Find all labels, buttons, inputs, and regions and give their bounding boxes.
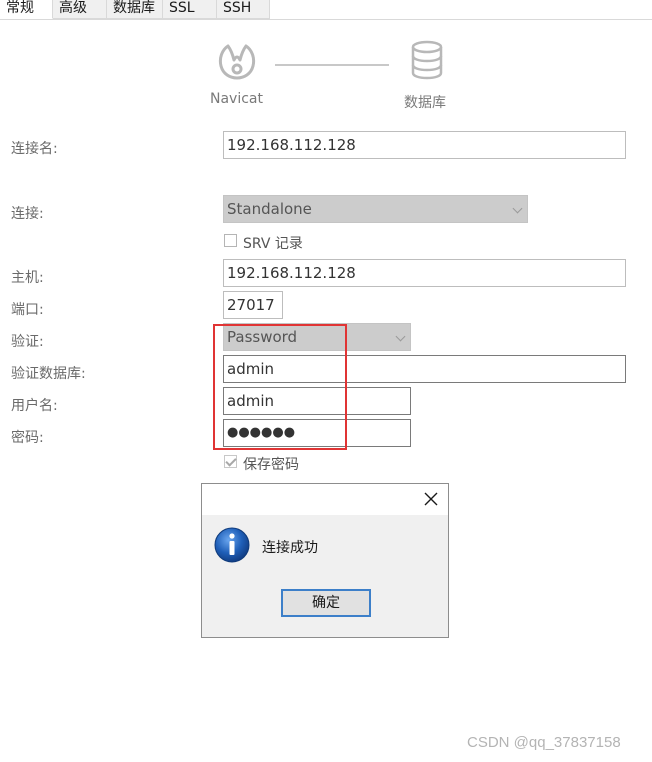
database-label: 数据库 xyxy=(404,95,446,111)
port-input[interactable]: 27017 xyxy=(223,291,283,319)
navicat-label: Navicat xyxy=(210,91,263,107)
password-label: 密码: xyxy=(11,430,44,446)
username-label: 用户名: xyxy=(11,398,58,414)
dialog-message: 连接成功 xyxy=(262,540,318,556)
host-input[interactable]: 192.168.112.128 xyxy=(223,259,626,287)
ok-button[interactable]: 确定 xyxy=(281,589,371,617)
port-label: 端口: xyxy=(11,302,44,318)
save-password-checkbox[interactable] xyxy=(224,455,237,468)
srv-record-label: SRV 记录 xyxy=(243,236,303,252)
srv-record-checkbox[interactable] xyxy=(224,234,237,247)
connection-label: 连接: xyxy=(11,206,44,222)
connector-line xyxy=(275,64,389,66)
chevron-down-icon xyxy=(395,331,406,342)
database-icon xyxy=(411,40,443,80)
watermark-text: CSDN @qq_37837158 xyxy=(467,734,621,751)
highlight-annotation xyxy=(213,324,347,450)
connection-type-select[interactable]: Standalone xyxy=(223,195,528,223)
info-icon xyxy=(214,527,250,563)
connection-success-dialog: 连接成功 确定 xyxy=(201,483,449,638)
connection-name-input[interactable]: 192.168.112.128 xyxy=(223,131,626,159)
tab-databases[interactable]: 数据库 xyxy=(107,0,163,19)
connection-settings-window: 常规 高级 数据库 SSL SSH Navicat 数据库 连接名: 192.1… xyxy=(0,0,652,762)
connection-name-label: 连接名: xyxy=(11,141,58,157)
close-icon[interactable] xyxy=(422,490,440,508)
navicat-logo-icon xyxy=(218,44,256,80)
tab-bar: 常规 高级 数据库 SSL SSH xyxy=(0,0,652,20)
save-password-label: 保存密码 xyxy=(243,457,299,473)
chevron-down-icon xyxy=(512,203,523,214)
connection-type-value: Standalone xyxy=(227,200,312,218)
tab-advanced[interactable]: 高级 xyxy=(53,0,107,19)
host-label: 主机: xyxy=(11,270,44,286)
tab-ssh[interactable]: SSH xyxy=(217,0,270,19)
tab-ssl[interactable]: SSL xyxy=(163,0,217,19)
tab-general[interactable]: 常规 xyxy=(0,0,53,19)
auth-db-label: 验证数据库: xyxy=(11,366,86,382)
dialog-titlebar xyxy=(202,484,448,515)
auth-label: 验证: xyxy=(11,334,44,350)
